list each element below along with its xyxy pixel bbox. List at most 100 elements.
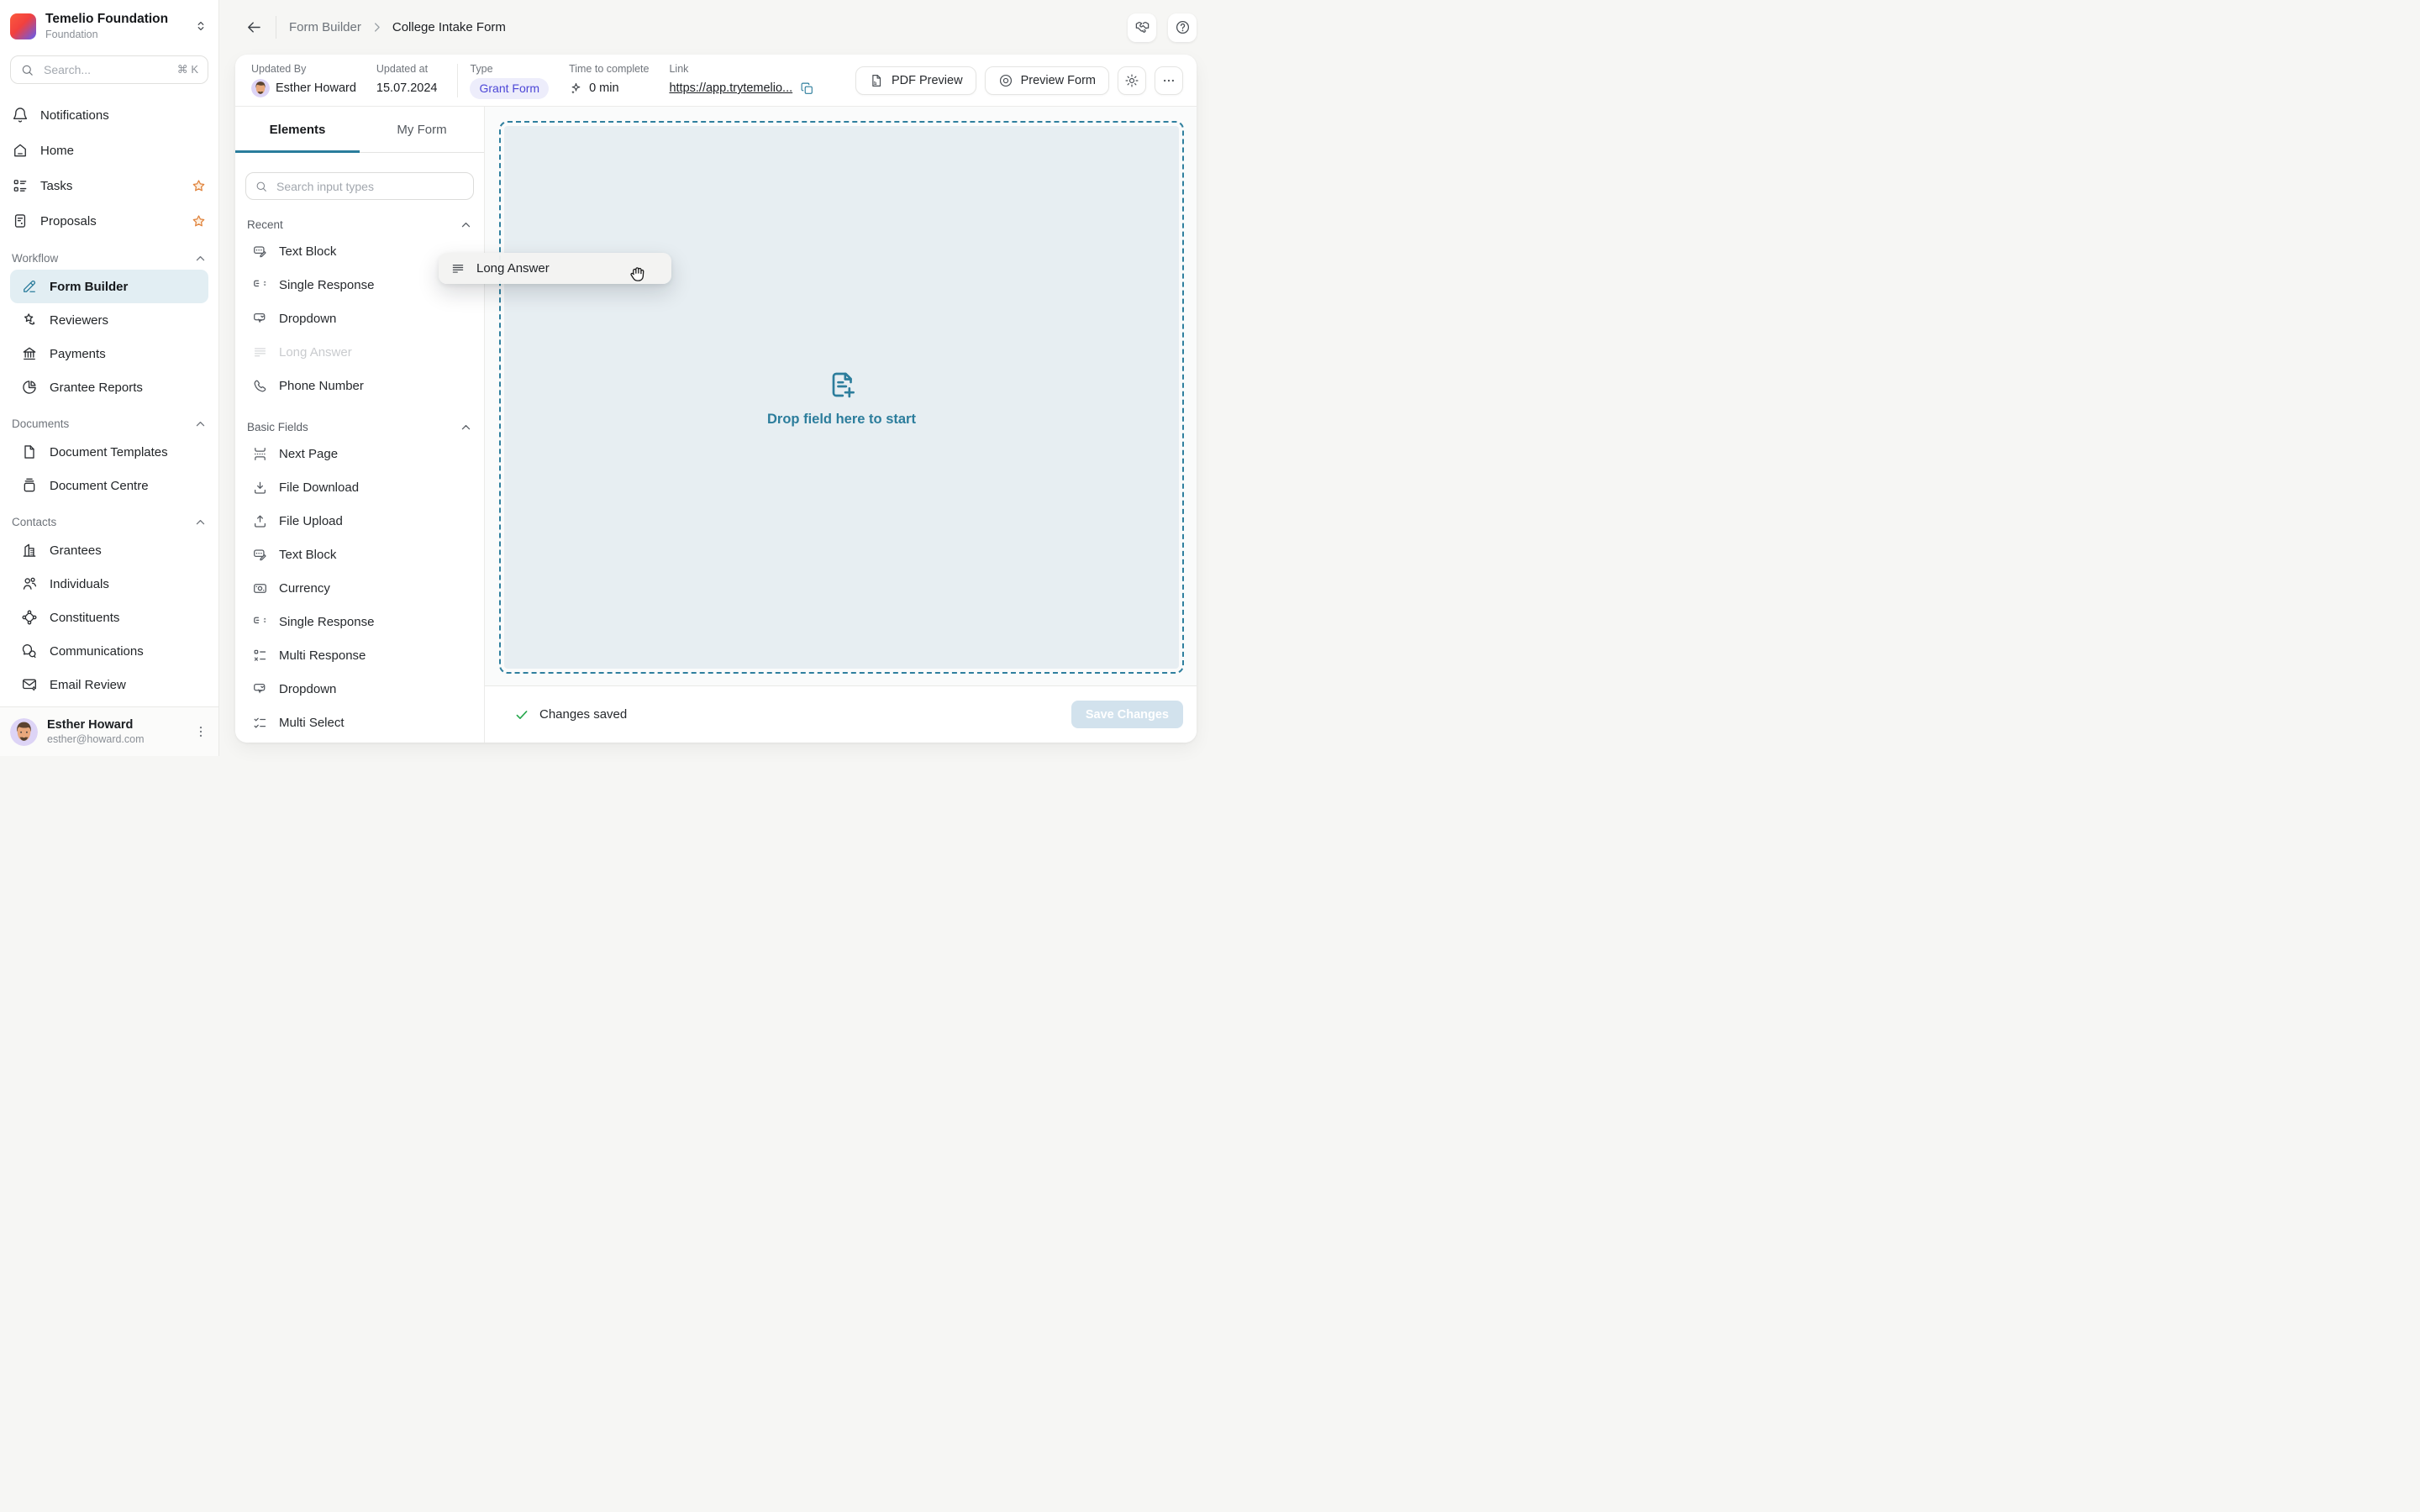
sidebar-item-payments[interactable]: Payments: [10, 337, 208, 370]
section-workflow[interactable]: Workflow: [12, 252, 207, 265]
favorite-star-icon[interactable]: [191, 213, 207, 229]
element-item-dropdown[interactable]: Dropdown: [235, 672, 484, 706]
phone-icon: [252, 378, 268, 394]
meta-label: Updated By: [251, 63, 356, 75]
form-link[interactable]: https://app.trytemelio...: [669, 81, 792, 95]
chevron-up-icon[interactable]: [460, 218, 472, 231]
sparkle-icon: [569, 81, 583, 96]
grab-cursor: [627, 264, 649, 286]
sidebar-item-constituents[interactable]: Constituents: [10, 601, 208, 634]
sidebar-item-label: Tasks: [40, 179, 72, 193]
element-item-dropdown[interactable]: Dropdown: [235, 302, 484, 335]
text-block-icon: [252, 244, 268, 260]
handshake-icon: [1134, 19, 1150, 35]
more-options-button[interactable]: [1155, 66, 1183, 95]
builder-body: Elements My Form Recent Text Block: [235, 107, 1197, 743]
element-item-long-answer[interactable]: Long Answer: [235, 335, 484, 369]
documents-items: Document Templates Document Centre: [0, 435, 218, 502]
sidebar-item-label: Notifications: [40, 108, 109, 123]
sidebar-item-email-review[interactable]: Email Review: [10, 668, 208, 701]
favorite-star-icon[interactable]: [191, 178, 207, 194]
tab-elements[interactable]: Elements: [235, 107, 360, 152]
element-item-phone-number[interactable]: Phone Number: [235, 369, 484, 402]
sidebar-item-grantees[interactable]: Grantees: [10, 533, 208, 567]
element-item-label: File Upload: [279, 514, 343, 528]
chevron-up-icon[interactable]: [194, 252, 207, 265]
workspace-switcher[interactable]: Temelio Foundation Foundation: [0, 0, 218, 50]
element-item-single-response[interactable]: Single Response: [235, 605, 484, 638]
save-status-label: Changes saved: [539, 707, 627, 722]
partner-button[interactable]: [1128, 13, 1156, 42]
element-item-multi-select[interactable]: Multi Select: [235, 706, 484, 739]
section-documents[interactable]: Documents: [12, 417, 207, 430]
sidebar-item-home[interactable]: Home: [0, 133, 218, 168]
canvas-column: Drop field here to start Changes saved S…: [485, 107, 1197, 743]
element-item-multi-response[interactable]: Multi Response: [235, 638, 484, 672]
save-changes-button[interactable]: Save Changes: [1071, 701, 1183, 728]
element-item-next-page[interactable]: Next Page: [235, 437, 484, 470]
sidebar-item-document-templates[interactable]: Document Templates: [10, 435, 208, 469]
avatar: [251, 79, 270, 97]
download-icon: [252, 480, 268, 496]
sidebar-item-label: Document Templates: [50, 445, 168, 459]
tab-my-form[interactable]: My Form: [360, 107, 484, 152]
global-search-input[interactable]: [42, 62, 170, 77]
proposal-icon: [12, 213, 29, 229]
form-type-badge: Grant Form: [470, 78, 549, 99]
element-item-text-block[interactable]: Text Block: [235, 538, 484, 571]
sidebar-item-label: Form Builder: [50, 280, 128, 294]
chevron-up-icon[interactable]: [460, 421, 472, 433]
pdf-preview-button[interactable]: PDF Preview: [855, 66, 976, 95]
sidebar-item-label: Communications: [50, 644, 144, 659]
element-item-file-download[interactable]: File Download: [235, 470, 484, 504]
basic-field-items: Next Page File Download File Upload Text…: [235, 437, 484, 739]
sidebar-item-individuals[interactable]: Individuals: [10, 567, 208, 601]
breadcrumb-parent[interactable]: Form Builder: [289, 20, 361, 34]
preview-form-button[interactable]: Preview Form: [985, 66, 1109, 95]
tasks-icon: [12, 177, 29, 194]
group-recent[interactable]: Recent: [247, 218, 472, 231]
input-type-search[interactable]: [245, 172, 474, 200]
section-contacts[interactable]: Contacts: [12, 516, 207, 528]
section-title: Workflow: [12, 252, 58, 265]
sidebar: Temelio Foundation Foundation ⌘ K Notifi…: [0, 0, 219, 756]
back-button[interactable]: [245, 18, 263, 36]
dropdown-icon: [252, 681, 268, 697]
kebab-menu-icon[interactable]: [193, 724, 208, 739]
help-button[interactable]: [1168, 13, 1197, 42]
multi-select-icon: [252, 715, 268, 731]
group-basic-fields[interactable]: Basic Fields: [247, 421, 472, 433]
sidebar-item-reviewers[interactable]: Reviewers: [10, 303, 208, 337]
element-item-file-upload[interactable]: File Upload: [235, 504, 484, 538]
next-page-icon: [252, 446, 268, 462]
chevron-up-icon[interactable]: [194, 417, 207, 430]
sidebar-item-label: Home: [40, 144, 74, 158]
sidebar-item-tasks[interactable]: Tasks: [0, 168, 218, 203]
copy-icon[interactable]: [800, 81, 814, 96]
sidebar-item-notifications[interactable]: Notifications: [0, 97, 218, 133]
sidebar-item-proposals[interactable]: Proposals: [0, 203, 218, 239]
meta-label: Time to complete: [569, 63, 649, 75]
user-profile[interactable]: Esther Howard esther@howard.com: [0, 706, 218, 756]
chevrons-updown-icon[interactable]: [193, 18, 208, 34]
drop-zone[interactable]: Drop field here to start: [499, 121, 1184, 674]
global-search[interactable]: ⌘ K: [10, 55, 208, 84]
element-item-label: Next Page: [279, 447, 338, 461]
sidebar-item-grantee-reports[interactable]: Grantee Reports: [10, 370, 208, 404]
bank-icon: [21, 345, 38, 362]
sidebar-item-form-builder[interactable]: Form Builder: [10, 270, 208, 303]
input-type-search-input[interactable]: [275, 179, 465, 194]
element-item-label: Long Answer: [279, 345, 352, 360]
chevron-up-icon[interactable]: [194, 516, 207, 528]
gear-icon: [1124, 73, 1139, 88]
sidebar-item-document-centre[interactable]: Document Centre: [10, 469, 208, 502]
panel-tabs: Elements My Form: [235, 107, 484, 153]
save-bar: Changes saved Save Changes: [485, 685, 1197, 743]
sidebar-item-communications[interactable]: Communications: [10, 634, 208, 668]
building-icon: [21, 542, 38, 559]
settings-button[interactable]: [1118, 66, 1146, 95]
file-icon: [21, 444, 38, 460]
group-title: Basic Fields: [247, 421, 308, 433]
meta-type: Type Grant Form: [470, 63, 549, 97]
element-item-currency[interactable]: Currency: [235, 571, 484, 605]
